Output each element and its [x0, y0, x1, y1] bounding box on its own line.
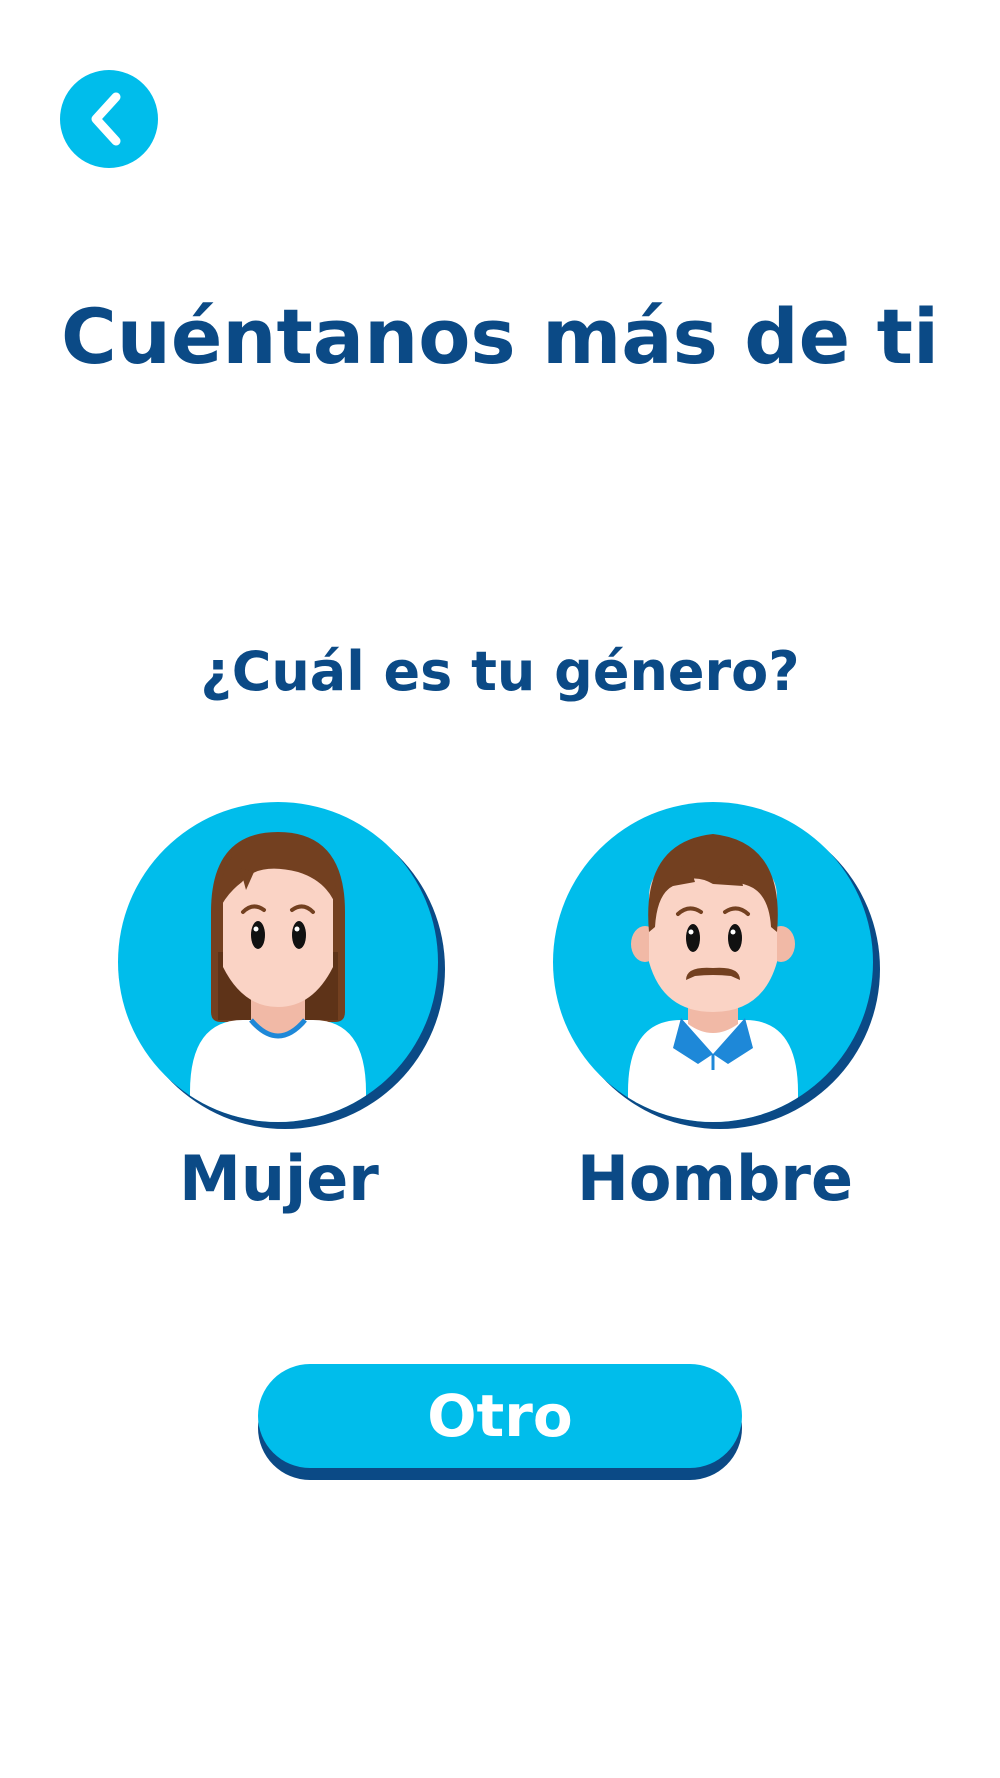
chevron-left-icon	[91, 92, 121, 146]
back-button[interactable]	[60, 70, 158, 168]
option-label-female: Mujer	[179, 1142, 379, 1215]
gender-option-female[interactable]: Mujer	[118, 802, 448, 1215]
gender-question: ¿Cuál es tu género?	[200, 640, 800, 703]
man-avatar-icon	[553, 802, 880, 1129]
page-title: Cuéntanos más de ti	[60, 292, 940, 381]
option-label-male: Hombre	[576, 1142, 854, 1215]
gender-option-male[interactable]: Hombre	[553, 802, 883, 1215]
woman-avatar-icon	[118, 802, 445, 1129]
other-gender-button[interactable]: Otro	[258, 1364, 742, 1468]
